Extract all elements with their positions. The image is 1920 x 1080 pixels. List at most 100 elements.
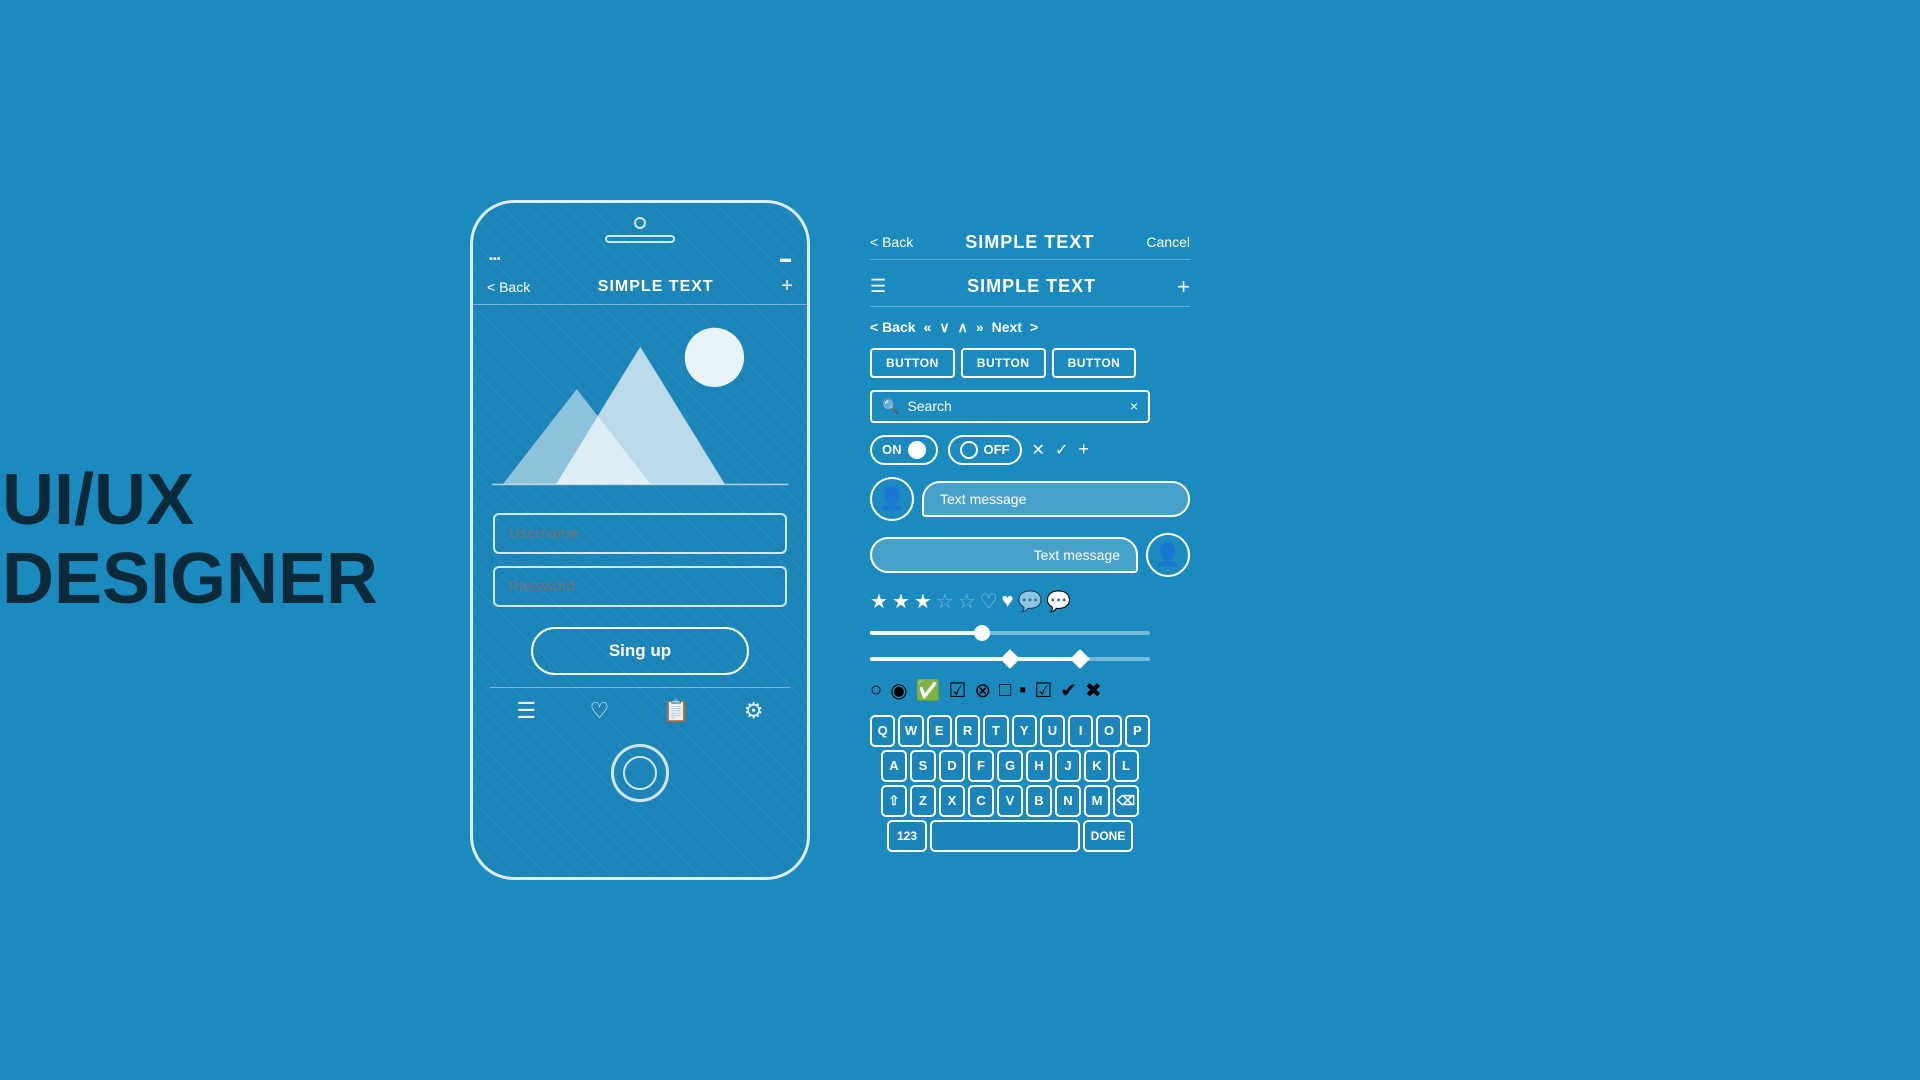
checkbox-x[interactable]: ✖ bbox=[1085, 678, 1102, 703]
nav-next-label[interactable]: Next bbox=[992, 319, 1022, 335]
bubble-filled-icon: 💬 bbox=[1046, 589, 1071, 614]
star-3[interactable]: ★ bbox=[914, 589, 932, 614]
bubble-empty-icon: 💬 bbox=[1018, 589, 1043, 614]
slider-2-thumb-left[interactable] bbox=[1000, 649, 1020, 669]
username-input[interactable] bbox=[493, 513, 787, 554]
top-status-row: < Back SIMPLE TEXT Cancel bbox=[870, 226, 1190, 260]
key-u[interactable]: U bbox=[1040, 715, 1065, 747]
key-123[interactable]: 123 bbox=[887, 820, 927, 852]
key-done[interactable]: DONE bbox=[1083, 820, 1133, 852]
button-1[interactable]: BUTTON bbox=[870, 348, 955, 378]
key-f[interactable]: F bbox=[968, 750, 994, 782]
hamburger-menu-icon[interactable]: ☰ bbox=[870, 276, 886, 297]
phone-speaker bbox=[605, 235, 675, 243]
toggle-plus-icon[interactable]: + bbox=[1078, 439, 1089, 460]
phone-back-button[interactable]: < Back bbox=[487, 279, 530, 295]
key-t[interactable]: T bbox=[983, 715, 1008, 747]
phone-top-bar bbox=[473, 203, 807, 249]
key-v[interactable]: V bbox=[997, 785, 1023, 817]
key-d[interactable]: D bbox=[939, 750, 965, 782]
key-l[interactable]: L bbox=[1113, 750, 1139, 782]
slider-1-thumb[interactable] bbox=[974, 625, 990, 641]
key-i[interactable]: I bbox=[1068, 715, 1093, 747]
toggle-off[interactable]: OFF bbox=[948, 435, 1022, 465]
key-x[interactable]: X bbox=[939, 785, 965, 817]
toggle-on-circle bbox=[908, 441, 926, 459]
key-p[interactable]: P bbox=[1125, 715, 1150, 747]
keyboard-row-4: 123 DONE bbox=[870, 820, 1150, 852]
slider-2-track[interactable] bbox=[870, 657, 1150, 661]
search-clear-icon[interactable]: × bbox=[1130, 398, 1138, 414]
key-z[interactable]: Z bbox=[910, 785, 936, 817]
key-h[interactable]: H bbox=[1026, 750, 1052, 782]
key-shift[interactable]: ⇧ bbox=[881, 785, 907, 817]
key-space[interactable] bbox=[930, 820, 1080, 852]
key-q[interactable]: Q bbox=[870, 715, 895, 747]
key-w[interactable]: W bbox=[898, 715, 923, 747]
key-k[interactable]: K bbox=[1084, 750, 1110, 782]
button-2[interactable]: BUTTON bbox=[961, 348, 1046, 378]
radio-filled-1[interactable]: ◉ bbox=[890, 678, 907, 703]
key-g[interactable]: G bbox=[997, 750, 1023, 782]
key-e[interactable]: E bbox=[927, 715, 952, 747]
nav-next-double-arrow[interactable]: » bbox=[976, 319, 984, 335]
user-icon-left: 👤 bbox=[878, 486, 905, 512]
star-5[interactable]: ☆ bbox=[958, 589, 976, 614]
password-input[interactable] bbox=[493, 566, 787, 607]
heart-icon[interactable]: ♡ bbox=[590, 698, 610, 724]
toggle-on[interactable]: ON bbox=[870, 435, 938, 465]
star-2[interactable]: ★ bbox=[892, 589, 910, 614]
keyboard-row-3: ⇧ Z X C V B N M ⌫ bbox=[870, 785, 1150, 817]
key-b[interactable]: B bbox=[1026, 785, 1052, 817]
top-cancel-button[interactable]: Cancel bbox=[1146, 234, 1190, 250]
key-j[interactable]: J bbox=[1055, 750, 1081, 782]
radio-empty-1[interactable]: ○ bbox=[870, 679, 882, 702]
radio-check-circle-2[interactable]: ☑ bbox=[948, 678, 966, 703]
phone-frame: ▪▪▪ ▬ < Back SIMPLE TEXT + bbox=[470, 200, 810, 880]
checkbox-filled-1[interactable]: ▪ bbox=[1019, 679, 1026, 702]
phone-status-bar: ▪▪▪ ▬ bbox=[473, 249, 807, 269]
list-icon[interactable]: 📋 bbox=[663, 698, 690, 724]
phone-home-inner bbox=[623, 756, 657, 790]
slider-2-thumb-right[interactable] bbox=[1070, 649, 1090, 669]
checkbox-empty-1[interactable]: □ bbox=[999, 679, 1011, 702]
key-c[interactable]: C bbox=[968, 785, 994, 817]
avatar-left: 👤 bbox=[870, 477, 914, 521]
nav-next-arrow[interactable]: > bbox=[1030, 319, 1038, 335]
search-icon: 🔍 bbox=[882, 398, 899, 415]
key-a[interactable]: A bbox=[881, 750, 907, 782]
slider-1-track[interactable] bbox=[870, 631, 1150, 635]
heart-filled-icon[interactable]: ♥ bbox=[1002, 590, 1014, 613]
signup-button[interactable]: Sing up bbox=[531, 627, 748, 675]
search-box[interactable]: 🔍 Search × bbox=[870, 390, 1150, 423]
phone-home-button[interactable] bbox=[611, 744, 669, 802]
checkbox-check-2[interactable]: ✔ bbox=[1060, 678, 1077, 703]
nav-down-arrow[interactable]: ∨ bbox=[939, 319, 949, 336]
star-4[interactable]: ☆ bbox=[936, 589, 954, 614]
nav-up-arrow[interactable]: ∧ bbox=[958, 319, 968, 336]
phone-nav-bar: < Back SIMPLE TEXT + bbox=[473, 269, 807, 305]
settings-icon[interactable]: ⚙ bbox=[744, 698, 764, 724]
checkbox-check-1[interactable]: ☑ bbox=[1034, 678, 1052, 703]
key-o[interactable]: O bbox=[1096, 715, 1121, 747]
star-1[interactable]: ★ bbox=[870, 589, 888, 614]
toggle-on-label: ON bbox=[882, 442, 902, 457]
phone-camera bbox=[634, 217, 646, 229]
menu-icon[interactable]: ☰ bbox=[516, 698, 536, 724]
radio-check-circle[interactable]: ✅ bbox=[916, 678, 941, 703]
key-s[interactable]: S bbox=[910, 750, 936, 782]
nav-back-arrow[interactable]: < Back bbox=[870, 319, 916, 335]
key-r[interactable]: R bbox=[955, 715, 980, 747]
key-y[interactable]: Y bbox=[1012, 715, 1037, 747]
top-title: SIMPLE TEXT bbox=[965, 232, 1094, 253]
phone-plus-button[interactable]: + bbox=[781, 275, 793, 298]
key-n[interactable]: N bbox=[1055, 785, 1081, 817]
key-m[interactable]: M bbox=[1084, 785, 1110, 817]
nav-prev-arrow[interactable]: « bbox=[924, 319, 932, 335]
key-backspace[interactable]: ⌫ bbox=[1113, 785, 1139, 817]
title-line2: DESIGNER bbox=[2, 539, 378, 619]
title-bar-plus-button[interactable]: + bbox=[1177, 274, 1190, 300]
top-back-button[interactable]: < Back bbox=[870, 234, 913, 250]
heart-empty-icon[interactable]: ♡ bbox=[980, 589, 998, 614]
button-3[interactable]: BUTTON bbox=[1052, 348, 1137, 378]
